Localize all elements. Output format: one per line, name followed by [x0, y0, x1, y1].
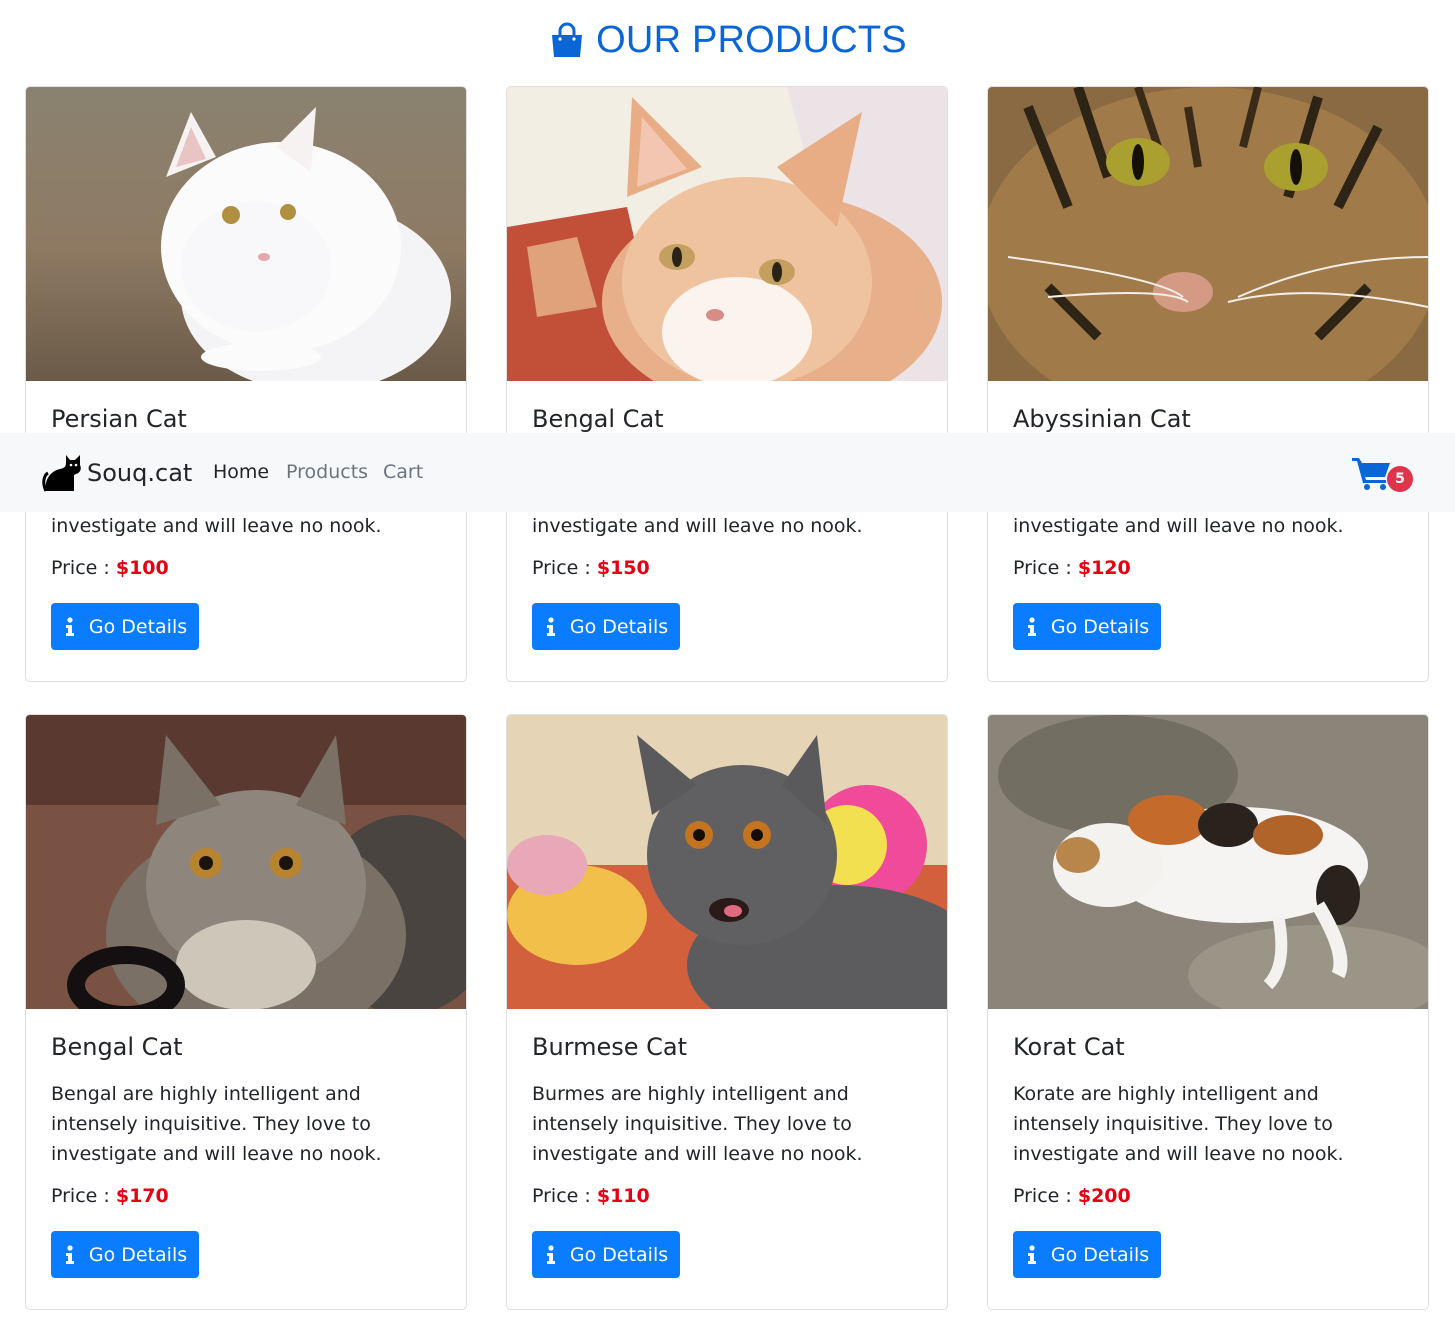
cart-button[interactable]: 5 — [1352, 455, 1416, 499]
price-amount: $200 — [1077, 1185, 1131, 1207]
price-label: Price : — [532, 557, 591, 579]
price-amount: $110 — [596, 1185, 650, 1207]
card-body: Korat Cat Korate are highly intelligent … — [1013, 1009, 1403, 1309]
info-icon — [1027, 616, 1036, 636]
card-body: Burmese Cat Burmes are highly intelligen… — [532, 1009, 922, 1309]
product-card: Korat Cat Korate are highly intelligent … — [987, 714, 1429, 1310]
product-title: Korat Cat — [1013, 1033, 1125, 1061]
info-icon — [65, 616, 74, 636]
go-details-button[interactable]: Go Details — [1013, 1231, 1161, 1278]
cat-icon — [42, 455, 81, 492]
info-icon — [65, 1244, 74, 1264]
product-description: Korate are highly intelligent and intens… — [1013, 1083, 1344, 1165]
product-description: Bengal are highly intelligent and intens… — [51, 1083, 382, 1165]
card-body: Bengal Cat Bengal are highly intelligent… — [532, 381, 922, 681]
price-amount: $120 — [1077, 557, 1131, 579]
info-icon — [1027, 1244, 1036, 1264]
price-label: Price : — [51, 1185, 110, 1207]
product-price: Price : $170 — [51, 1185, 169, 1207]
go-details-label: Go Details — [88, 1243, 188, 1266]
product-title: Bengal Cat — [532, 405, 664, 433]
price-amount: $150 — [596, 557, 650, 579]
products-page: OUR PRODUCTS Persian Cat investigate and… — [0, 0, 1455, 1339]
product-image-abyssinian-cat[interactable] — [988, 87, 1429, 381]
go-details-label: Go Details — [569, 1243, 669, 1266]
price-amount: $170 — [115, 1185, 169, 1207]
price-label: Price : — [532, 1185, 591, 1207]
product-card: Bengal Cat Bengal are highly intelligent… — [506, 86, 948, 682]
card-body: Persian Cat Persian are highly intellige… — [51, 381, 441, 681]
info-icon — [546, 1244, 555, 1264]
brand[interactable]: Souq.cat — [42, 453, 192, 493]
product-title: Persian Cat — [51, 405, 187, 433]
page-title-text: OUR PRODUCTS — [596, 18, 907, 61]
price-label: Price : — [51, 557, 110, 579]
go-details-label: Go Details — [1050, 1243, 1150, 1266]
go-details-button[interactable]: Go Details — [532, 603, 680, 650]
card-body: Bengal Cat Bengal are highly intelligent… — [51, 1009, 441, 1309]
product-title: Bengal Cat — [51, 1033, 183, 1061]
product-card: Bengal Cat Bengal are highly intelligent… — [25, 714, 467, 1310]
product-image-bengal-cat[interactable] — [26, 715, 467, 1009]
product-price: Price : $200 — [1013, 1185, 1131, 1207]
go-details-label: Go Details — [569, 615, 669, 638]
price-label: Price : — [1013, 1185, 1072, 1207]
nav-link-home[interactable]: Home — [213, 461, 269, 483]
price-amount: $100 — [115, 557, 169, 579]
product-card: Burmese Cat Burmes are highly intelligen… — [506, 714, 948, 1310]
product-card: Persian Cat Persian are highly intellige… — [25, 86, 467, 682]
go-details-label: Go Details — [1050, 615, 1150, 638]
go-details-button[interactable]: Go Details — [51, 1231, 199, 1278]
go-details-button[interactable]: Go Details — [1013, 603, 1161, 650]
product-price: Price : $110 — [532, 1185, 650, 1207]
product-image-persian-cat[interactable] — [26, 87, 467, 381]
product-price: Price : $120 — [1013, 557, 1131, 579]
shopping-cart-icon — [1352, 458, 1390, 490]
navbar: Souq.cat Home Products Cart 5 — [0, 433, 1455, 512]
product-image-bengal-cat[interactable] — [507, 87, 948, 381]
shopping-bag-icon — [552, 22, 583, 57]
product-image-korat-cat[interactable] — [988, 715, 1429, 1009]
product-price: Price : $150 — [532, 557, 650, 579]
card-body: Abyssinian Cat Abyssinian are highly int… — [1013, 381, 1403, 681]
nav-link-products[interactable]: Products — [286, 461, 368, 483]
page-title: OUR PRODUCTS — [0, 14, 1455, 66]
product-price: Price : $100 — [51, 557, 169, 579]
product-title: Burmese Cat — [532, 1033, 688, 1061]
price-label: Price : — [1013, 557, 1072, 579]
product-description: Burmes are highly intelligent and intens… — [532, 1083, 863, 1165]
info-icon — [546, 616, 555, 636]
go-details-button[interactable]: Go Details — [51, 603, 199, 650]
product-image-burmese-cat[interactable] — [507, 715, 948, 1009]
product-card: Abyssinian Cat Abyssinian are highly int… — [987, 86, 1429, 682]
go-details-button[interactable]: Go Details — [532, 1231, 680, 1278]
cart-count-badge: 5 — [1387, 466, 1413, 492]
brand-name: Souq.cat — [87, 459, 193, 487]
go-details-label: Go Details — [88, 615, 188, 638]
nav-link-cart[interactable]: Cart — [383, 461, 423, 483]
product-title: Abyssinian Cat — [1013, 405, 1191, 433]
